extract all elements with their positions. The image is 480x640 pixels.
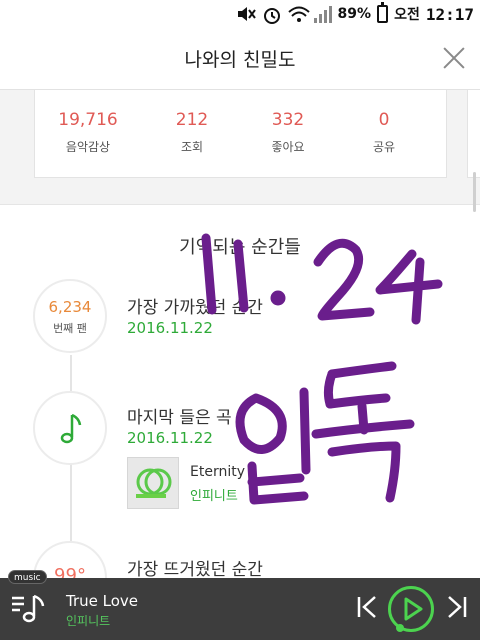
stat-listens: 19,716 음악감상 (38, 110, 138, 155)
header: 나와의 친밀도 (0, 28, 480, 90)
fan-rank-unit: 번째 팬 (53, 322, 87, 335)
last-song-title: 마지막 들은 곡 (127, 408, 232, 428)
stat-value: 19,716 (58, 110, 118, 130)
page-title: 나와의 친밀도 (184, 49, 296, 71)
wifi-icon (287, 6, 310, 22)
next-card-peek[interactable] (467, 90, 480, 178)
next-track-icon[interactable] (444, 593, 470, 621)
scrollbar[interactable] (473, 172, 476, 212)
last-song-date: 2016.11.22 (127, 429, 213, 447)
play-button[interactable] (388, 586, 434, 632)
stat-value: 0 (378, 110, 390, 130)
stat-label: 조회 (180, 140, 204, 154)
stat-views: 212 조회 (142, 110, 242, 155)
status-icons: 89% 오전 12:17 (236, 0, 474, 28)
stat-label: 공유 (372, 140, 396, 154)
close-button[interactable] (440, 44, 468, 72)
stat-value: 332 (271, 110, 305, 130)
stats-card: 19,716 음악감상 212 조회 332 좋아요 0 공유 (34, 90, 447, 178)
section-title: 기억되는 순간들 (179, 237, 301, 258)
battery-percent: 89% (337, 6, 372, 22)
closest-moment-title: 가장 가까웠던 순간 (127, 298, 263, 318)
music-note-icon (60, 413, 82, 444)
fan-rank-circle: 6,234 번째 팬 (33, 279, 107, 353)
progress-indicator[interactable] (396, 624, 404, 632)
closest-moment-date: 2016.11.22 (127, 319, 213, 337)
stat-shares: 0 공유 (334, 110, 434, 155)
now-playing-artist[interactable]: 인피니트 (66, 612, 110, 629)
volume-muted-icon (236, 6, 256, 22)
stat-value: 212 (175, 110, 209, 130)
stat-likes: 332 좋아요 (238, 110, 338, 155)
memories-section: 기억되는 순간들 6,234 번째 팬 가장 가까웠던 순간 2016.11.2… (0, 204, 480, 615)
track-title[interactable]: Eternity (190, 464, 245, 480)
track-artist[interactable]: 인피니트 (190, 485, 238, 504)
now-playing-title[interactable]: True Love (66, 592, 138, 610)
battery-icon (377, 2, 389, 23)
music-badge: music (8, 570, 47, 584)
last-song-circle (33, 391, 107, 465)
play-icon (404, 597, 423, 621)
stat-label: 좋아요 (271, 140, 305, 154)
album-art[interactable] (127, 457, 179, 509)
fan-rank-number: 6,234 (48, 298, 92, 316)
signal-icon (313, 5, 332, 23)
status-bar: 89% 오전 12:17 (0, 0, 480, 28)
stat-label: 음악감상 (65, 140, 111, 154)
clock: 12:17 (425, 4, 474, 24)
alarm-icon (262, 6, 282, 24)
time-period: 오전 (394, 7, 420, 23)
hottest-moment-title: 가장 뜨거웠던 순간 (127, 560, 263, 580)
previous-track-icon[interactable] (354, 593, 380, 621)
playlist-icon[interactable] (10, 592, 46, 624)
